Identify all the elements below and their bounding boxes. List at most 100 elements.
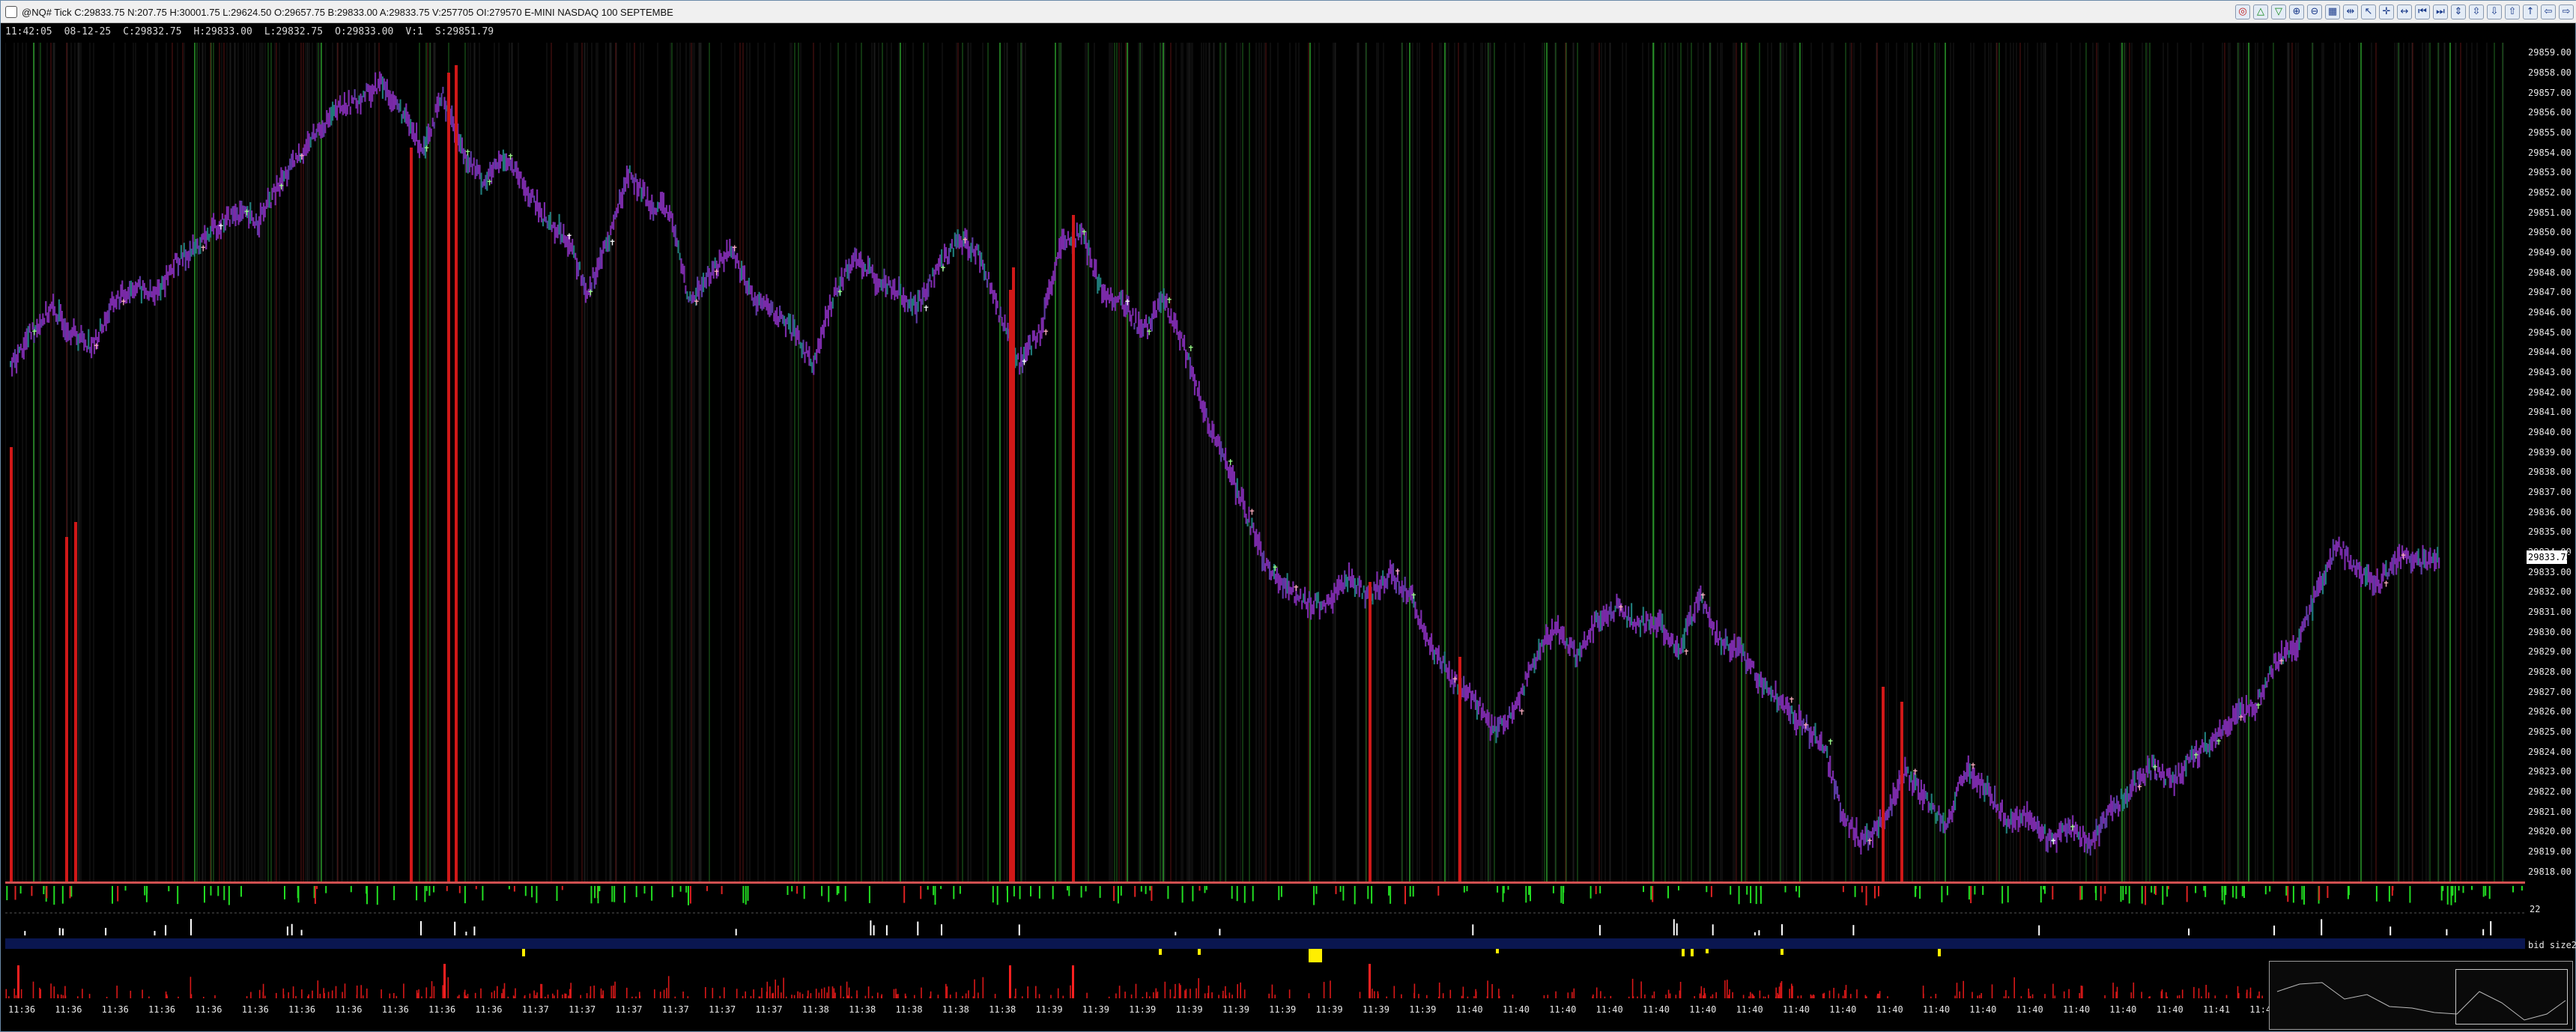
price-tick-bar bbox=[1938, 805, 1940, 816]
price-tick-bar bbox=[665, 204, 667, 213]
tick-activity-bar bbox=[312, 990, 313, 998]
tick-activity-bar bbox=[1189, 989, 1191, 998]
arrow-up-alt-icon[interactable]: ↑ bbox=[2523, 4, 2538, 19]
price-tick-bar bbox=[657, 201, 659, 213]
price-tick-bar bbox=[79, 333, 81, 344]
arrow-left-icon[interactable]: ⇦ bbox=[2541, 4, 2556, 19]
tick-activity-bar bbox=[1710, 996, 1712, 998]
price-tick-bar bbox=[1785, 696, 1787, 709]
price-tick-label: 29822.00 bbox=[2528, 786, 2572, 797]
price-tick-bar bbox=[492, 162, 494, 178]
price-tick-bar bbox=[2183, 760, 2186, 771]
signal-marker: ✝ bbox=[587, 288, 594, 297]
overview-minimap[interactable] bbox=[2269, 961, 2573, 1030]
price-tick-bar bbox=[721, 256, 724, 264]
delta-bar bbox=[513, 886, 515, 892]
price-tick-bar bbox=[1210, 430, 1212, 438]
price-tick-bar bbox=[1845, 818, 1847, 827]
price-tick-bar bbox=[2379, 583, 2381, 594]
expand-icon[interactable]: ⇳ bbox=[2469, 4, 2484, 19]
arrow-down-icon[interactable]: ⇩ bbox=[2487, 4, 2502, 19]
tick-activity-bar bbox=[601, 995, 604, 998]
delta-bar bbox=[124, 886, 127, 891]
price-tick-bar bbox=[2426, 561, 2428, 571]
volume-spike bbox=[1676, 923, 1678, 936]
target-icon[interactable]: ◎ bbox=[2235, 4, 2250, 19]
tick-activity-bar bbox=[165, 991, 167, 998]
triangle-down-icon[interactable]: ▽ bbox=[2271, 4, 2286, 19]
delta-bar bbox=[1313, 886, 1315, 905]
time-tick-label: 11:40 bbox=[1829, 1004, 1857, 1015]
price-tick-bar bbox=[117, 290, 119, 299]
price-tick-bar bbox=[779, 306, 781, 322]
price-tick-bar bbox=[648, 200, 650, 211]
signal-marker: ✝ bbox=[1124, 298, 1131, 308]
delta-bar bbox=[1919, 886, 1921, 899]
delta-bar bbox=[177, 886, 179, 905]
ruler-icon[interactable]: ↔ bbox=[2397, 4, 2412, 19]
price-tick-bar bbox=[21, 348, 23, 358]
price-tick-bar bbox=[363, 91, 365, 97]
zoom-out-icon[interactable]: ⊖ bbox=[2307, 4, 2322, 19]
delta-bar bbox=[1006, 886, 1008, 890]
price-tick-bar bbox=[1314, 593, 1316, 601]
price-tick-bar bbox=[1324, 602, 1327, 613]
tick-activity-pane[interactable] bbox=[5, 964, 2525, 1000]
delta-histogram-pane[interactable] bbox=[5, 884, 2525, 914]
bar-scale-icon[interactable]: ⇹ bbox=[2343, 4, 2358, 19]
price-tick-bar bbox=[286, 169, 288, 186]
price-tick-bar bbox=[1358, 575, 1360, 598]
tick-activity-bar bbox=[626, 987, 628, 998]
price-tick-bar bbox=[2011, 811, 2013, 833]
price-tick-bar bbox=[2378, 579, 2380, 593]
tick-activity-bar bbox=[246, 996, 248, 998]
price-tick-bar bbox=[45, 301, 47, 316]
price-tick-bar bbox=[418, 139, 421, 159]
delta-bar bbox=[1595, 886, 1597, 894]
scroll-end-icon[interactable]: ⏭ bbox=[2433, 4, 2448, 19]
price-tick-bar bbox=[1157, 298, 1159, 310]
scroll-start-icon[interactable]: ⏮ bbox=[2415, 4, 2430, 19]
price-tick-bar bbox=[2411, 551, 2413, 572]
price-axis[interactable]: 29859.00 29858.00 29857.00 29856.00 29855.00… bbox=[2527, 43, 2573, 881]
bid-size-pane[interactable] bbox=[5, 937, 2525, 962]
arrow-up-icon[interactable]: ⇧ bbox=[2505, 4, 2520, 19]
price-tick-bar bbox=[2013, 813, 2015, 828]
window-icon[interactable] bbox=[5, 6, 17, 18]
price-tick-bar bbox=[1550, 629, 1552, 650]
price-tick-bar bbox=[189, 240, 191, 261]
price-tick-bar bbox=[776, 307, 778, 326]
volume-spikes-pane[interactable] bbox=[5, 916, 2525, 937]
cursor-icon[interactable]: ↖ bbox=[2361, 4, 2376, 19]
crosshair-icon[interactable]: ✛ bbox=[2379, 4, 2394, 19]
delta-bar bbox=[1560, 886, 1563, 903]
price-tick-bar bbox=[1320, 601, 1322, 610]
triangle-up-icon[interactable]: △ bbox=[2253, 4, 2268, 19]
main-pane-separator[interactable] bbox=[5, 881, 2525, 884]
price-tick-label: 29843.00 bbox=[2528, 367, 2572, 377]
time-tick-label: 11:37 bbox=[569, 1004, 596, 1015]
arrow-right-icon[interactable]: ⇨ bbox=[2559, 4, 2574, 19]
price-tick-bar bbox=[1326, 594, 1328, 604]
price-tick-bar bbox=[1926, 792, 1928, 801]
price-tick-bar bbox=[2028, 812, 2030, 831]
tick-activity-bar bbox=[491, 992, 493, 998]
grid-icon[interactable]: ▦ bbox=[2325, 4, 2340, 19]
signal-marker: ✝ bbox=[1394, 568, 1401, 577]
zoom-in-icon[interactable]: ⊕ bbox=[2289, 4, 2304, 19]
price-tick-bar bbox=[2133, 770, 2136, 786]
price-tick-bar bbox=[89, 347, 91, 353]
tick-activity-bar bbox=[1632, 996, 1634, 998]
tick-activity-bar bbox=[1330, 980, 1331, 998]
price-tick-bar bbox=[2158, 767, 2161, 778]
price-tick-bar bbox=[533, 195, 536, 203]
time-tick-label: 11:36 bbox=[55, 1004, 82, 1015]
overview-viewport[interactable] bbox=[2455, 969, 2568, 1025]
price-chart[interactable]: ✝✝✝✝✝✝✝✝✝ ✝✝✝✝✝✝✝✝✝✝✝✝✝✝✝✝✝✝✝✝✝✝✝✝✝✝✝✝✝✝✝… bbox=[5, 43, 2525, 881]
signal-marker: ✝ bbox=[1166, 296, 1172, 306]
price-tick-bar bbox=[2321, 573, 2324, 595]
tick-activity-bar bbox=[421, 996, 422, 998]
price-tick-bar bbox=[1195, 380, 1197, 386]
compress-icon[interactable]: ⇕ bbox=[2451, 4, 2466, 19]
time-axis[interactable]: 11:36 11:36 11:36 11:36 11:36 11:36 11:36 11:36… bbox=[5, 1001, 2525, 1019]
